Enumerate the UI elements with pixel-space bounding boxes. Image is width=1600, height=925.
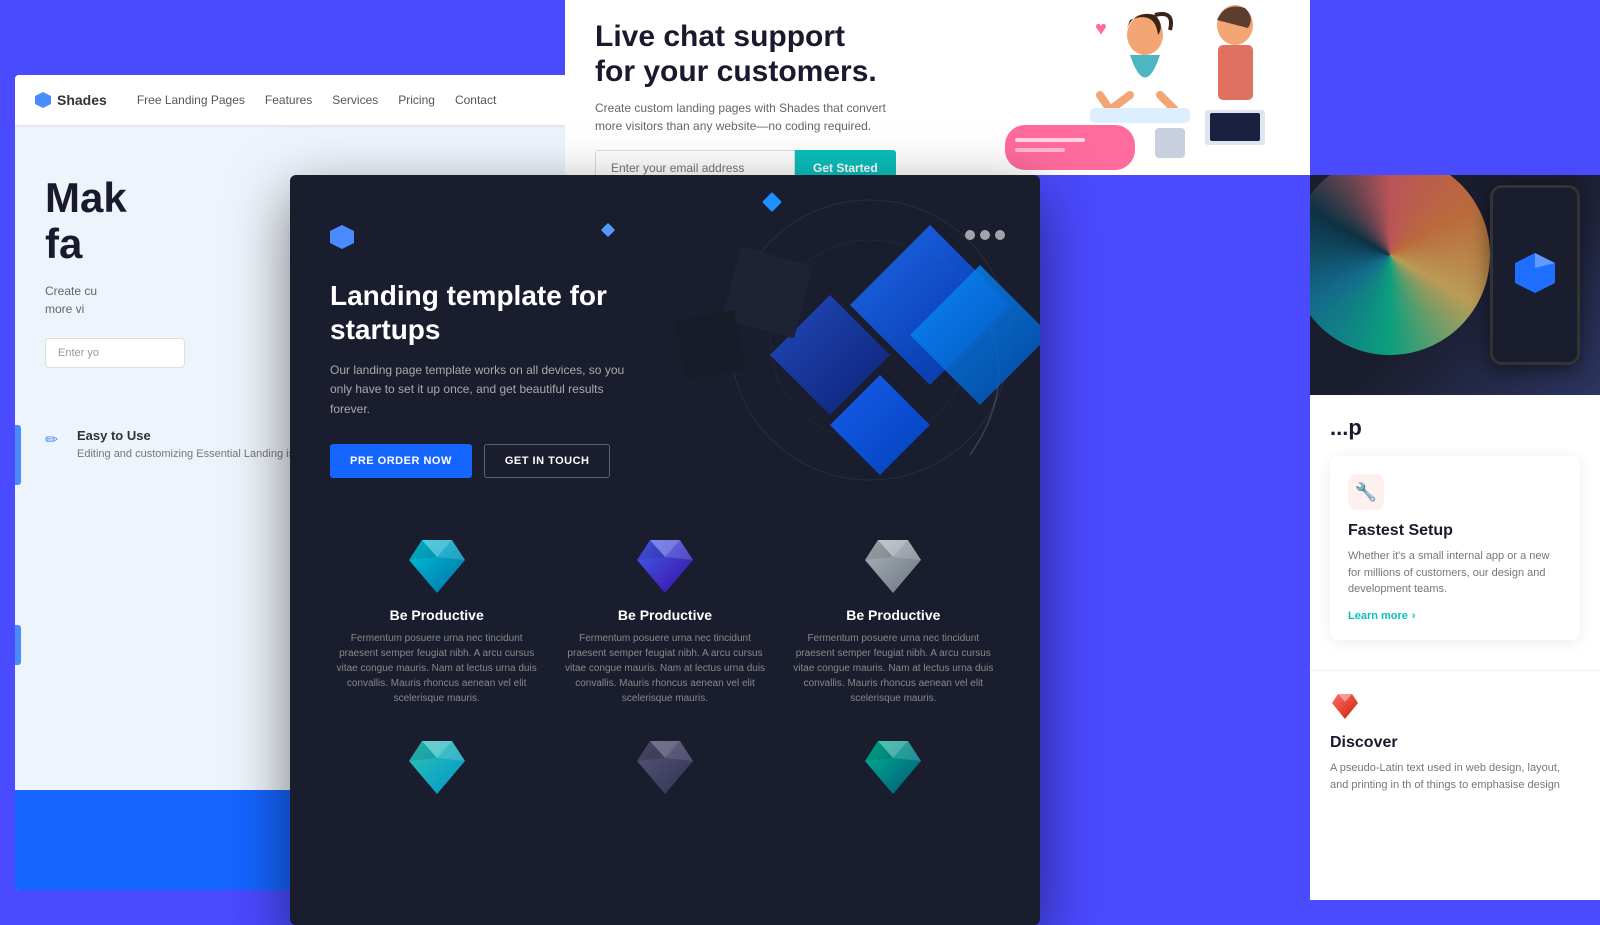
feature-card-title-2: Be Productive xyxy=(558,607,771,623)
gem-icon-cyan2 xyxy=(407,736,467,796)
getintouch-button[interactable]: GET IN TOUCH xyxy=(484,444,611,478)
learn-more-link[interactable]: Learn more › xyxy=(1348,610,1562,622)
phone-mockup xyxy=(1490,185,1580,365)
top-center-text: Live chat supportfor your customers. Cre… xyxy=(565,0,990,175)
feature-card-4 xyxy=(330,736,543,808)
wrench-icon: 🔧 xyxy=(1348,474,1384,510)
feature-icon-3 xyxy=(863,535,923,595)
feature-card-desc-3: Fermentum posuere urna nec tincidunt pra… xyxy=(787,631,1000,706)
top-illustration: ♥ xyxy=(990,0,1310,175)
right-mockup-area xyxy=(1310,175,1600,395)
chat-bubble-pink xyxy=(1005,125,1135,170)
center-features: Be Productive Fermentum posuere urna nec… xyxy=(290,505,1040,736)
right-partial-title: ...p xyxy=(1330,415,1580,441)
right-panel-content: ...p 🔧 Fastest Setup Whether it's a smal… xyxy=(1310,395,1600,660)
top-center-desc: Create custom landing pages with Shades … xyxy=(595,99,895,135)
learn-more-text: Learn more xyxy=(1348,610,1408,622)
nav-links: Free Landing Pages Features Services Pri… xyxy=(137,93,497,107)
discover-gem-icon xyxy=(1330,691,1360,721)
heart-icon: ♥ xyxy=(1095,18,1107,40)
left-email-input[interactable]: Enter yo xyxy=(45,338,185,368)
bottom-right-panel: Discover A pseudo-Latin text used in web… xyxy=(1310,670,1600,900)
feature-card-2: Be Productive Fermentum posuere urna nec… xyxy=(558,535,771,706)
gem-icon-teal xyxy=(863,736,923,796)
logo-text: Shades xyxy=(57,92,107,108)
logo-icon xyxy=(35,92,51,108)
feature-icon-5 xyxy=(635,736,695,796)
nav-logo: Shades xyxy=(35,92,107,108)
gem-icon-dark xyxy=(635,736,695,796)
get-started-button[interactable]: Get Started xyxy=(795,150,896,175)
phone-screen xyxy=(1493,188,1577,362)
gem-icon-blue xyxy=(635,535,695,595)
feature-card-1: Be Productive Fermentum posuere urna nec… xyxy=(330,535,543,706)
gem-icon-gray xyxy=(863,535,923,595)
feature-card-title-3: Be Productive xyxy=(787,607,1000,623)
top-email-input[interactable] xyxy=(595,150,795,175)
feature-card-6 xyxy=(787,736,1000,808)
feature-card-desc-1: Fermentum posuere urna nec tincidunt pra… xyxy=(330,631,543,706)
center-logo-icon xyxy=(330,225,354,249)
pencil-icon: ✏ xyxy=(45,430,65,450)
center-panel: Landing template for startups Our landin… xyxy=(290,175,1040,925)
nav-link-3[interactable]: Services xyxy=(332,93,378,107)
card-title: Fastest Setup xyxy=(1348,522,1562,540)
feature-card-5 xyxy=(558,736,771,808)
person2-figure xyxy=(1205,5,1265,145)
feature-icon-4 xyxy=(407,736,467,796)
discover-desc: A pseudo-Latin text used in web design, … xyxy=(1330,760,1580,793)
feature-icon-6 xyxy=(863,736,923,796)
feature-card-3: Be Productive Fermentum posuere urna nec… xyxy=(787,535,1000,706)
center-features-bottom xyxy=(290,736,1040,808)
phone-content xyxy=(1510,248,1560,303)
card-desc: Whether it's a small internal app or a n… xyxy=(1348,548,1562,598)
chevron-right-icon: › xyxy=(1412,610,1416,622)
nav-link-4[interactable]: Pricing xyxy=(398,93,435,107)
feature-card-desc-2: Fermentum posuere urna nec tincidunt pra… xyxy=(558,631,771,706)
chat-square-icon xyxy=(1155,128,1185,158)
discover-title: Discover xyxy=(1330,734,1580,752)
gem-icon-cyan xyxy=(407,535,467,595)
center-buttons: PRE ORDER NOW GET IN TOUCH xyxy=(330,444,1000,478)
center-hero: Landing template for startups Our landin… xyxy=(290,175,1040,505)
left-accent-bar xyxy=(15,425,21,485)
phone-app-icon xyxy=(1510,248,1560,298)
bg-gradient-circle xyxy=(1310,175,1490,355)
center-hero-desc: Our landing page template works on all d… xyxy=(330,361,630,419)
feature-card-title-1: Be Productive xyxy=(330,607,543,623)
chat-illustration-svg: ♥ xyxy=(990,0,1310,175)
feature-icon-1 xyxy=(407,535,467,595)
fastest-setup-card: 🔧 Fastest Setup Whether it's a small int… xyxy=(1330,456,1580,640)
left-accent-bar2 xyxy=(15,625,21,665)
nav-link-5[interactable]: Contact xyxy=(455,93,496,107)
left-hero-desc: Create cumore vi xyxy=(45,282,265,318)
preorder-button[interactable]: PRE ORDER NOW xyxy=(330,444,472,478)
top-center-content: Live chat supportfor your customers. Cre… xyxy=(565,0,1310,175)
feature-icon-2 xyxy=(635,535,695,595)
top-center-panel: Live chat supportfor your customers. Cre… xyxy=(565,0,1310,175)
left-nav: Shades Free Landing Pages Features Servi… xyxy=(15,75,570,125)
top-center-title: Live chat supportfor your customers. xyxy=(595,20,960,89)
top-email-form: Get Started xyxy=(595,150,960,175)
nav-link-1[interactable]: Free Landing Pages xyxy=(137,93,245,107)
nav-link-2[interactable]: Features xyxy=(265,93,312,107)
center-hero-title: Landing template for startups xyxy=(330,279,650,346)
center-hero-content: Landing template for startups Our landin… xyxy=(290,175,1040,505)
